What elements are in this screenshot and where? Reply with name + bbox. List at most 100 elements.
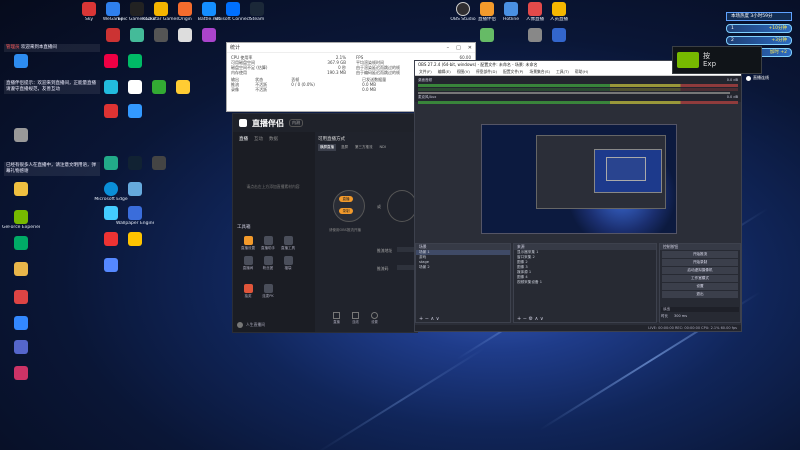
volume-slider[interactable] — [418, 92, 730, 94]
app-icon — [14, 366, 28, 380]
start-recording-button[interactable]: 开始录制 — [662, 259, 738, 266]
badge-dot-icon — [746, 75, 751, 81]
audio-mixer: 桌面音频 0.0 dB 麦克风/Aux 0.0 dB — [415, 76, 741, 104]
desktop-icon[interactable] — [2, 262, 40, 276]
minimize-icon[interactable]: – — [447, 45, 450, 51]
desktop-icon[interactable] — [116, 182, 154, 196]
menu-item[interactable]: 视图(V) — [457, 69, 470, 75]
desktop-icon[interactable] — [116, 54, 154, 68]
bottom-btn-live[interactable]: 直播 — [333, 312, 340, 324]
desktop-icon[interactable]: 人员直播 — [540, 2, 578, 22]
menu-item[interactable]: 帮助(H) — [575, 69, 588, 75]
scenes-panel: 场景 场景 1 游戏 stage 场景 2 + − ∧ ∨ — [415, 243, 511, 323]
scene-preview[interactable] — [481, 124, 677, 234]
exit-button[interactable]: 退出 — [662, 291, 738, 298]
room-icon — [243, 256, 253, 265]
tool-pk[interactable]: 连麦PK — [259, 284, 277, 299]
tool-fans[interactable]: 粉丝团 — [259, 256, 277, 271]
app-icon — [128, 104, 142, 118]
bag-icon — [283, 256, 293, 265]
window-title: 统计 — [230, 45, 241, 51]
desktop-icon[interactable]: Steam — [238, 2, 276, 22]
desktop-icon[interactable] — [92, 258, 130, 272]
sources-panel: 来源 显示器采集 1 窗口采集 2 图像 2 图像 3 媒体源 1 图像 4 视… — [513, 243, 657, 323]
companion-footer: 人生直播间 — [237, 322, 265, 328]
source-toolbar[interactable]: + − ⚙ ∧ ∨ — [517, 316, 544, 322]
obs-circle — [387, 190, 417, 222]
volume-meter — [418, 84, 738, 87]
rank-bar: 2 +3分钟 — [726, 36, 792, 45]
studio-mode-button[interactable]: 工作室模式 — [662, 275, 738, 282]
scene-toolbar[interactable]: + − ∧ ∨ — [419, 316, 439, 322]
live-pill[interactable]: 直播 — [339, 196, 353, 202]
desktop-icon[interactable] — [190, 28, 228, 42]
live-badge: 直播连线 — [746, 75, 769, 81]
app-icon — [14, 128, 28, 142]
duration-input[interactable]: 300 ms — [674, 314, 687, 319]
tool-assistant[interactable]: 直播助手 — [259, 236, 277, 251]
start-streaming-button[interactable]: 开始推流 — [662, 251, 738, 258]
live-companion-window: 直播伴侣 内测 直播 互动 数据 请点击左上方添加直播素材内容 工具箱 直播设置… — [232, 113, 419, 333]
record-pill[interactable]: 录制 — [339, 208, 353, 214]
tool-tools[interactable]: 直播工具 — [279, 236, 297, 251]
desktop-icon[interactable] — [2, 236, 40, 250]
desktop-icon[interactable] — [116, 104, 154, 118]
avatar — [237, 322, 243, 328]
desktop-icon[interactable] — [540, 28, 578, 42]
app-logo-icon — [239, 119, 247, 127]
scene-item[interactable]: 场景 2 — [416, 265, 510, 270]
nvidia-popup[interactable]: 按 Exp — [672, 46, 762, 74]
desktop-icon[interactable] — [2, 290, 40, 304]
desktop-icon[interactable] — [2, 128, 40, 142]
app-icon — [14, 290, 28, 304]
rank-bar: 1 +10分钟 — [726, 24, 792, 33]
duration-row: 时长 300 ms — [661, 314, 688, 319]
chat-notice: 已经有很多人在直播中，请注意文明用语，弹幕礼物感谢 — [4, 162, 100, 176]
desktop-icon[interactable] — [140, 156, 178, 170]
tab-interact[interactable]: 互动 — [254, 136, 263, 142]
mode-tab[interactable]: NDI — [378, 144, 388, 151]
settings-button[interactable]: 设置 — [662, 283, 738, 290]
bottom-btn-settings[interactable]: 设置 — [371, 312, 378, 324]
desktop-icon[interactable] — [468, 28, 506, 42]
nested-preview-inner — [606, 157, 646, 181]
menu-item[interactable]: 文件(F) — [419, 69, 432, 75]
desktop-icon[interactable] — [164, 80, 202, 94]
app-icon — [250, 2, 264, 16]
tool-lucky-bag[interactable]: 福袋 — [279, 256, 297, 271]
desktop-icon[interactable] — [2, 316, 40, 330]
volume-meter — [418, 101, 738, 104]
menu-item[interactable]: 配置文件(P) — [503, 69, 523, 75]
empty-hint: 请点击左上方添加直播素材内容 — [246, 184, 300, 189]
bottom-btn-connect[interactable]: 连线 — [352, 312, 359, 324]
app-logo: 直播伴侣 — [252, 118, 284, 128]
close-icon[interactable]: ✕ — [468, 45, 472, 51]
tool-lottery[interactable]: 抽奖 — [239, 284, 257, 299]
overlay-header: 本场热度 3小时59分 — [726, 12, 792, 21]
companion-header: 直播伴侣 内测 — [233, 114, 417, 132]
menu-item[interactable]: 编辑(E) — [438, 69, 451, 75]
desktop-icon[interactable] — [2, 182, 40, 196]
desktop-icon[interactable] — [116, 232, 154, 246]
mode-tab[interactable]: 竖屏 — [339, 144, 350, 151]
desktop-icon[interactable] — [2, 340, 40, 354]
tab-data[interactable]: 数据 — [269, 136, 278, 142]
app-icon — [552, 2, 566, 16]
tool-live-settings[interactable]: 直播设置 — [239, 236, 257, 251]
transition-select[interactable]: 淡出 — [661, 307, 739, 312]
mode-tab[interactable]: 第三方推流 — [353, 144, 375, 151]
desktop-icon[interactable]: GeForce Experience — [2, 210, 40, 230]
source-item[interactable]: 视频采集设备 1 — [514, 280, 656, 285]
folder-icon — [14, 182, 28, 196]
mode-tab[interactable]: 横屏直播 — [318, 144, 336, 151]
tab-live[interactable]: 直播 — [239, 136, 248, 142]
menu-item[interactable]: 工具(T) — [556, 69, 569, 75]
virtual-camera-button[interactable]: 启动虚拟摄像机 — [662, 267, 738, 274]
desktop-icon[interactable] — [2, 366, 40, 380]
menu-item[interactable]: 停靠部件(D) — [476, 69, 497, 75]
maximize-icon[interactable]: □ — [456, 45, 461, 51]
desktop-icon[interactable]: Wallpaper Engine — [116, 206, 154, 226]
menu-item[interactable]: 场景集合(S) — [529, 69, 550, 75]
desktop-icon[interactable] — [2, 54, 40, 68]
tool-room[interactable]: 直播间 — [239, 256, 257, 271]
